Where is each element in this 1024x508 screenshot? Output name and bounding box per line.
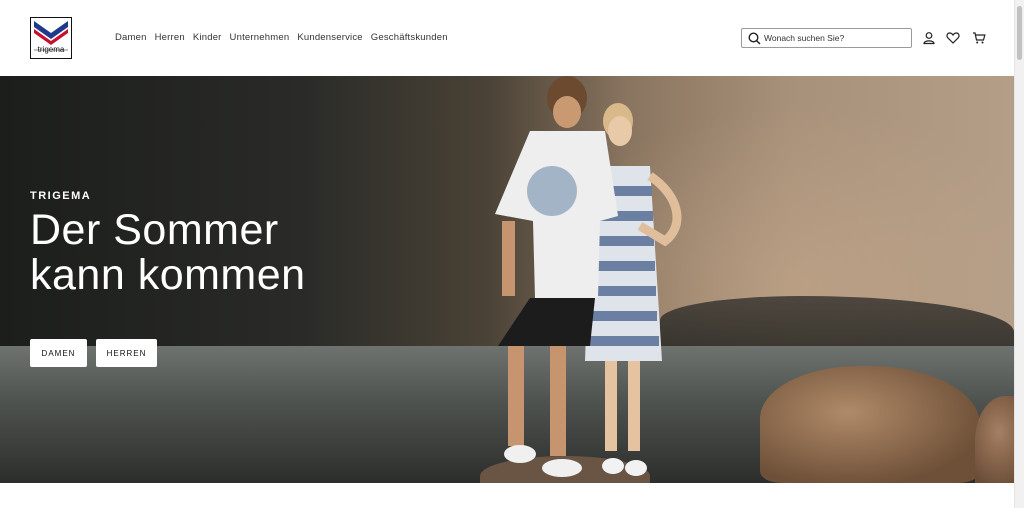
hero-couple-image bbox=[495, 76, 682, 477]
herren-button[interactable]: HERREN bbox=[96, 339, 157, 367]
hero-headline-line-2: kann kommen bbox=[30, 251, 306, 299]
content-below-hero bbox=[0, 483, 1014, 508]
nav-item-herren[interactable]: Herren bbox=[155, 32, 185, 43]
nav-item-unternehmen[interactable]: Unternehmen bbox=[230, 32, 290, 43]
nav-item-kinder[interactable]: Kinder bbox=[193, 32, 222, 43]
account-icon[interactable] bbox=[922, 31, 936, 45]
page-scrollbar[interactable] bbox=[1014, 0, 1024, 508]
trigema-logo-icon: trigema bbox=[34, 21, 68, 54]
hero-headline-line-1: Der Sommer bbox=[30, 206, 279, 254]
scrollbar-thumb[interactable] bbox=[1017, 6, 1022, 60]
search-input[interactable] bbox=[764, 29, 904, 47]
nav-item-geschaeftskunden[interactable]: Geschäftskunden bbox=[371, 32, 448, 43]
trigema-logo[interactable]: trigema bbox=[30, 17, 72, 59]
logo-text: trigema bbox=[38, 45, 65, 54]
nav-item-damen[interactable]: Damen bbox=[115, 32, 147, 43]
main-nav: Damen Herren Kinder Unternehmen Kundense… bbox=[115, 32, 448, 43]
hero-rock bbox=[760, 366, 980, 483]
site-header: trigema Damen Herren Kinder Unternehmen … bbox=[0, 0, 1014, 76]
hero-banner[interactable]: TRIGEMA Der Sommer kann kommen DAMEN HER… bbox=[0, 76, 1014, 483]
search-icon[interactable] bbox=[748, 32, 761, 45]
hero-brand: TRIGEMA bbox=[30, 190, 92, 202]
nav-item-kundenservice[interactable]: Kundenservice bbox=[297, 32, 362, 43]
hero-headline: Der Sommer kann kommen bbox=[30, 208, 306, 298]
damen-button[interactable]: DAMEN bbox=[30, 339, 87, 367]
wishlist-heart-icon[interactable] bbox=[946, 31, 960, 45]
search-box[interactable] bbox=[741, 28, 912, 48]
cart-icon[interactable] bbox=[972, 31, 986, 45]
